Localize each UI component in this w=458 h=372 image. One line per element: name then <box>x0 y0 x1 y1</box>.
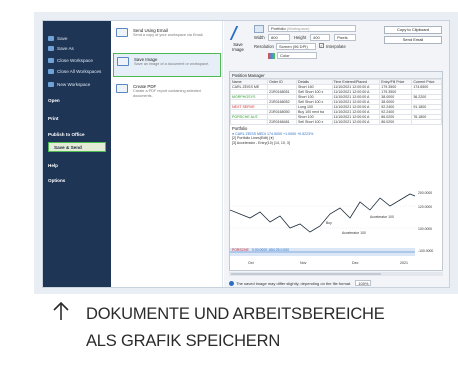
save-as-icon <box>48 45 54 51</box>
pen-icon <box>229 26 247 40</box>
interpolate-label: Interpolate <box>326 44 346 49</box>
interpolate-checkbox[interactable]: ✓ <box>319 43 324 48</box>
table-cell: 11/10/2021 12:00:00 A <box>331 119 381 125</box>
indicator-values: 0.00.0000 -654.25.0.000 <box>252 248 289 252</box>
zoom-select[interactable]: 100% <box>355 280 372 286</box>
x-tick-label: Oct <box>248 261 254 265</box>
sidebar-item-publish-to-office[interactable]: Publish to Office <box>43 129 111 139</box>
height-input[interactable]: 400 <box>310 34 330 41</box>
sidebar-item-label: Save As <box>57 45 74 51</box>
sidebar-item-label: Close Workspace <box>57 57 93 63</box>
arrow-up-icon <box>53 301 69 320</box>
color-swatch-icon <box>268 53 275 59</box>
sidebar-item-print[interactable]: Print <box>43 113 111 123</box>
chart-annotation: Buy <box>326 221 332 225</box>
price-line <box>230 193 416 233</box>
sidebar-item-save-as[interactable]: Save As <box>43 43 111 53</box>
table-cell <box>230 119 269 125</box>
email-icon <box>116 28 128 37</box>
sidebar-item-help[interactable]: Help <box>43 160 111 170</box>
caption-line: DOKUMENTE UND ARBEITSBEREICHE <box>86 305 385 323</box>
x-tick-label: Dec <box>352 261 359 265</box>
sidebar-item-close-workspace[interactable]: Close Workspace <box>43 55 111 65</box>
position-manager-title: Position Manager <box>230 72 442 79</box>
sidebar-item-open[interactable]: Open <box>43 95 111 105</box>
indicator-label: PORSCHE <box>232 248 250 252</box>
portfolio-chart-title: Portfolio <box>232 126 248 131</box>
status-bar: The saved image may differ slightly, dep… <box>229 279 447 287</box>
y-tick-label: 100.0000 <box>418 227 432 231</box>
sidebar-item-label: Options <box>48 177 66 183</box>
table-cell <box>411 119 442 125</box>
sidebar-item-new-workspace[interactable]: New Workspace <box>43 79 111 89</box>
sidebar-item-label: Help <box>48 162 58 168</box>
info-icon <box>229 280 234 286</box>
option-description: Create a PDF report containing selected … <box>133 89 201 98</box>
height-label: Height <box>294 35 307 40</box>
sidebar-item-close-all-workspaces[interactable]: Close All Workspaces <box>43 66 111 76</box>
backstage-sidebar: Save Save As Close Workspace Close All W… <box>43 21 111 287</box>
sidebar-item-label: Publish to Office <box>48 131 85 137</box>
sidebar-item-save-and-send[interactable]: Save & Send <box>48 142 106 152</box>
save-image-pane: Save Image Portfolio (Workspace) Width 8… <box>224 21 449 287</box>
document-select[interactable]: Portfolio (Workspace) <box>268 25 356 32</box>
save-image-button[interactable]: Save Image <box>227 24 249 52</box>
sidebar-item-label: Save & Send <box>54 144 82 150</box>
sidebar-item-save[interactable]: Save <box>43 33 111 43</box>
document-select-hint: (Workspace) <box>286 26 310 31</box>
table-cell: 21R0168481 <box>267 119 297 125</box>
caption-line: ALS GRAFIK SPEICHERN <box>86 332 281 350</box>
sidebar-item-label: Save <box>57 35 68 41</box>
sidebar-item-label: Print <box>48 115 59 121</box>
table-row[interactable]: 21R0168481 Sell Short 100 x 11/10/2021 12:… <box>230 119 442 125</box>
image-preview: Position Manager Name Order ID Details T… <box>229 71 443 271</box>
new-workspace-icon <box>48 81 54 87</box>
width-input[interactable]: 800 <box>268 34 290 41</box>
scrollbar-thumb[interactable] <box>231 273 381 275</box>
caption: DOKUMENTE UND ARBEITSBEREICHE ALS GRAFIK… <box>86 301 456 355</box>
sidebar-item-label: New Workspace <box>57 81 91 87</box>
x-tick-label: 2021 <box>400 261 408 265</box>
position-table: Name Order ID Details Time Entered/Place… <box>230 79 442 125</box>
chart-annotation: Accelerator 100 <box>370 215 394 219</box>
y-tick-label: 200.0000 <box>418 191 432 195</box>
option-create-pdf[interactable]: Create PDF Create a PDF report containing… <box>113 81 221 105</box>
option-save-image[interactable]: Save Image Save an image of a document or… <box>113 53 221 77</box>
save-image-label: Save Image <box>232 42 244 52</box>
close-workspace-icon <box>48 57 54 63</box>
x-tick-label: Nov <box>300 261 307 265</box>
option-description: Send a copy of your workspace via Email. <box>133 33 204 38</box>
preview-scrollbar[interactable] <box>229 272 443 276</box>
table-cell: 86.0200 <box>379 119 413 125</box>
chart-annotation: Accelerator 100 <box>342 231 366 235</box>
application-window: Save Save As Close Workspace Close All W… <box>42 20 450 288</box>
y-tick-label: -100.0000 <box>418 249 433 253</box>
save-send-options: Send Using Email Send a copy of your work… <box>111 21 223 287</box>
color-select[interactable]: Color <box>277 52 317 59</box>
document-select-value: Portfolio <box>271 26 286 31</box>
resolution-label: Resolution <box>254 44 274 49</box>
sidebar-item-options[interactable]: Options <box>43 175 111 185</box>
close-all-icon <box>48 68 54 74</box>
copy-to-clipboard-button[interactable]: Copy to Clipboard <box>384 26 442 34</box>
save-icon <box>48 35 54 41</box>
price-chart: PORSCHE 0.00.0000 -654.25.0.000 Buy Acce… <box>230 191 433 265</box>
table-cell: Sell Short 100 x <box>295 119 333 125</box>
chart-legend: ● CARL ZEISS MEDI 174.5000 +1.0000 +0.52… <box>230 132 442 145</box>
legend-line: [3] Accelerator - Entry(10) [14, 10, 3] <box>232 140 290 145</box>
unit-select[interactable]: Pixels <box>334 34 356 41</box>
document-thumbnail-icon <box>254 25 264 33</box>
sidebar-item-label: Close All Workspaces <box>57 68 102 74</box>
image-icon <box>117 57 129 66</box>
send-email-button[interactable]: Send Email <box>384 36 442 44</box>
y-tick-label: 120.0000 <box>418 205 432 209</box>
pdf-icon <box>116 84 128 93</box>
width-label: Width <box>254 35 265 40</box>
option-description: Save an image of a document or workspace… <box>134 62 210 67</box>
sidebar-item-label: Open <box>48 97 60 103</box>
option-send-using-email[interactable]: Send Using Email Send a copy of your work… <box>113 25 221 49</box>
resolution-select[interactable]: Screen (96 DPI) <box>276 43 316 50</box>
status-text: The saved image may differ slightly, dep… <box>236 280 352 286</box>
